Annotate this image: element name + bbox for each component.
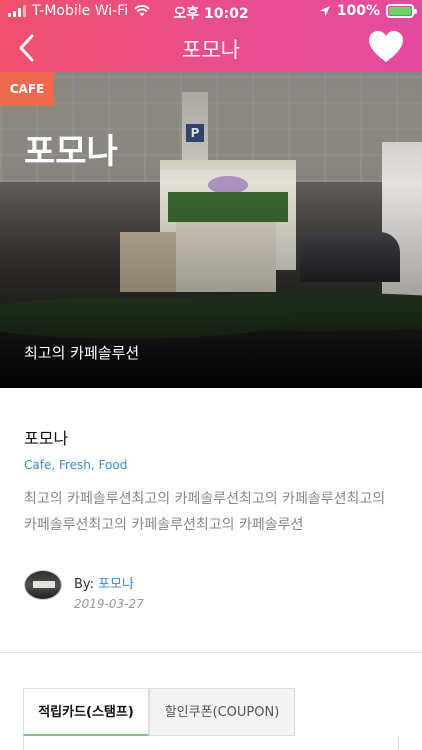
battery-icon [386,4,417,18]
hero-image: P CAFE 포모나 최고의 카페솔루션 [0,72,422,388]
top-bar: T-Mobile Wi-Fi 오후 10:02 100% 포모나 [0,0,422,72]
heart-icon[interactable] [368,30,404,64]
tab-panel [23,736,399,750]
location-arrow-icon [319,6,330,16]
hero-shade-overlay [0,72,422,388]
tab-coupon[interactable]: 할인쿠폰(COUPON) [149,688,295,736]
avatar[interactable] [24,570,62,600]
tab-bar: 적립카드(스탬프) 할인쿠폰(COUPON) [23,688,399,750]
page-title: 포모나 [182,38,240,62]
battery-percent: 100% [336,3,380,19]
author-name-link[interactable]: 포모나 [98,577,134,592]
author-prefix: By: [74,577,95,592]
status-right: 100% [319,3,417,19]
navigation-bar: 포모나 [0,24,422,72]
author-line: By: 포모나 [74,573,134,592]
category-badge: CAFE [0,72,54,106]
store-description: 최고의 카페솔루션최고의 카페솔루션최고의 카페솔루션최고의 카페솔루션최고의 … [24,491,386,533]
store-name: 포모나 [24,429,69,448]
store-info: 포모나 Cafe, Fresh, Food 최고의 카페솔루션최고의 카페솔루션… [0,388,422,652]
tab-stamp-card[interactable]: 적립카드(스탬프) [23,688,149,736]
hero-subtitle: 최고의 카페솔루션 [24,344,140,362]
section-divider [0,652,422,653]
store-tags-link[interactable]: Cafe, Fresh, Food [24,458,127,472]
post-date: 2019-03-27 [74,597,144,611]
status-bar: T-Mobile Wi-Fi 오후 10:02 100% [0,0,422,24]
hero-title: 포모나 [24,132,118,172]
